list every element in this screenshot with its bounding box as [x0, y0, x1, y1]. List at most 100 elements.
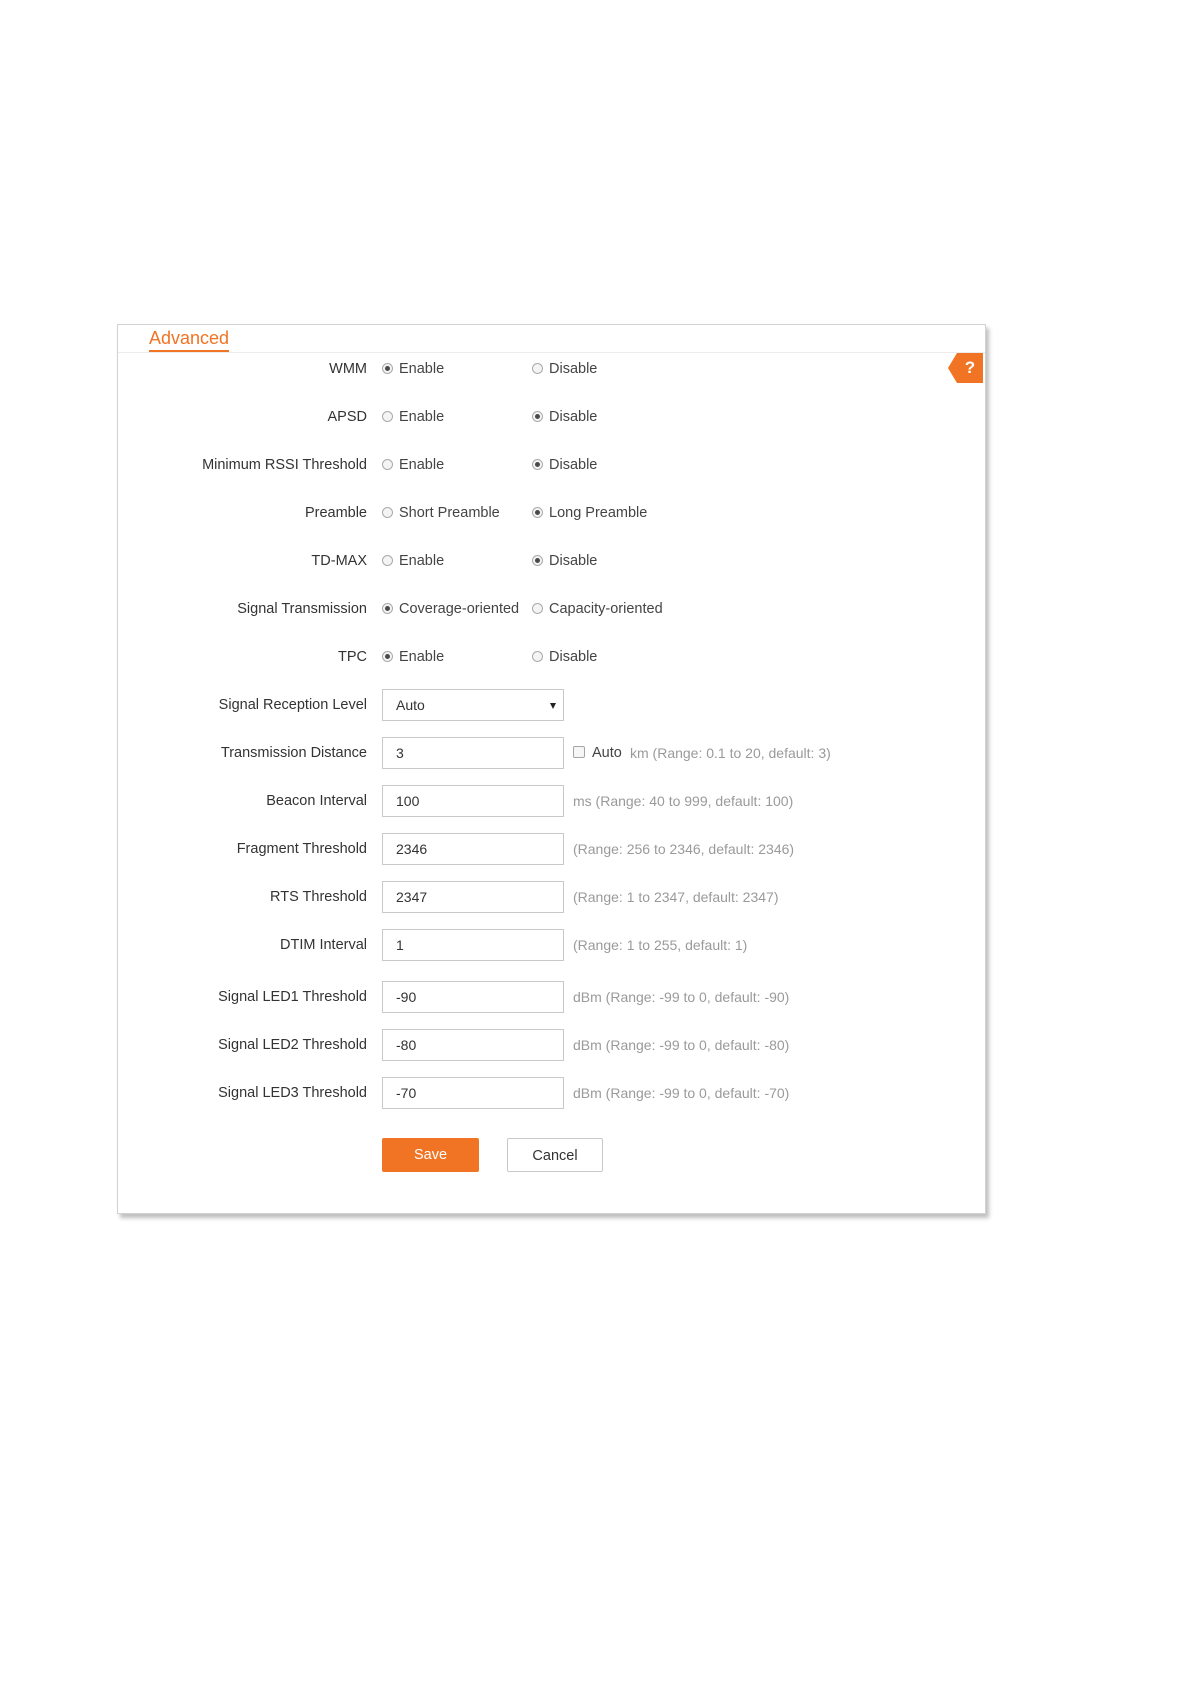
signal-reception-level-select[interactable]: Auto — [382, 689, 564, 721]
row-signal-reception-level: Signal Reception Level Auto — [118, 689, 987, 721]
td-max-disable-radio[interactable]: Disable — [532, 545, 597, 577]
row-led2-threshold: Signal LED2 Threshold -80 dBm (Range: -9… — [118, 1029, 987, 1061]
td-max-enable-radio[interactable]: Enable — [382, 545, 444, 577]
cancel-button[interactable]: Cancel — [507, 1138, 603, 1172]
tpc-enable-radio[interactable]: Enable — [382, 641, 444, 673]
td-max-label: TD-MAX — [311, 553, 367, 569]
min-rssi-disable-radio[interactable]: Disable — [532, 449, 597, 481]
radio-selected-icon[interactable] — [532, 555, 543, 566]
rts-threshold-input[interactable]: 2347 — [382, 881, 564, 913]
coverage-oriented-label: Coverage-oriented — [399, 601, 520, 617]
transmission-distance-hint: km (Range: 0.1 to 20, default: 3) — [630, 745, 831, 761]
td-max-disable-label: Disable — [549, 553, 598, 569]
min-rssi-enable-label: Enable — [399, 457, 445, 473]
radio-unselected-icon[interactable] — [532, 651, 543, 662]
row-preamble: Preamble Short Preamble Long Preamble — [118, 497, 987, 529]
long-preamble-radio[interactable]: Long Preamble — [532, 497, 647, 529]
capacity-oriented-radio[interactable]: Capacity-oriented — [532, 593, 663, 625]
apsd-disable-radio[interactable]: Disable — [532, 401, 597, 433]
row-actions: Save Cancel — [118, 1138, 987, 1172]
radio-unselected-icon[interactable] — [382, 555, 393, 566]
row-td-max: TD-MAX Enable Disable — [118, 545, 987, 577]
fragment-threshold-label: Fragment Threshold — [236, 841, 367, 857]
advanced-settings-panel: Advanced ? WMM Enable Disable APSD Enabl… — [117, 324, 986, 1214]
preamble-label: Preamble — [304, 505, 367, 521]
signal-reception-level-value: Auto — [396, 697, 425, 713]
signal-transmission-label: Signal Transmission — [237, 601, 367, 617]
rts-threshold-hint: (Range: 1 to 2347, default: 2347) — [573, 889, 779, 905]
tpc-disable-radio[interactable]: Disable — [532, 641, 597, 673]
dropdown-arrow-icon — [550, 703, 556, 709]
row-led1-threshold: Signal LED1 Threshold -90 dBm (Range: -9… — [118, 981, 987, 1013]
dtim-interval-label: DTIM Interval — [279, 937, 367, 953]
checkbox-icon[interactable] — [573, 746, 585, 758]
row-fragment-threshold: Fragment Threshold 2346 (Range: 256 to 2… — [118, 833, 987, 865]
radio-selected-icon[interactable] — [532, 507, 543, 518]
led3-threshold-input[interactable]: -70 — [382, 1077, 564, 1109]
td-max-enable-label: Enable — [399, 553, 445, 569]
long-preamble-label: Long Preamble — [549, 505, 648, 521]
led2-threshold-input[interactable]: -80 — [382, 1029, 564, 1061]
apsd-enable-label: Enable — [399, 409, 445, 425]
radio-unselected-icon[interactable] — [532, 603, 543, 614]
wmm-disable-radio[interactable]: Disable — [532, 353, 597, 385]
tpc-label: TPC — [338, 649, 367, 665]
row-signal-transmission: Signal Transmission Coverage-oriented Ca… — [118, 593, 987, 625]
capacity-oriented-label: Capacity-oriented — [549, 601, 663, 617]
row-rts-threshold: RTS Threshold 2347 (Range: 1 to 2347, de… — [118, 881, 987, 913]
row-tpc: TPC Enable Disable — [118, 641, 987, 673]
beacon-interval-hint: ms (Range: 40 to 999, default: 100) — [573, 793, 794, 809]
wmm-disable-label: Disable — [549, 361, 598, 377]
wmm-enable-label: Enable — [399, 361, 445, 377]
short-preamble-label: Short Preamble — [399, 505, 500, 521]
led1-threshold-hint: dBm (Range: -99 to 0, default: -90) — [573, 989, 790, 1005]
min-rssi-label: Minimum RSSI Threshold — [202, 457, 367, 473]
row-wmm: WMM Enable Disable — [118, 353, 987, 385]
coverage-oriented-radio[interactable]: Coverage-oriented — [382, 593, 519, 625]
radio-selected-icon[interactable] — [532, 411, 543, 422]
tpc-enable-label: Enable — [399, 649, 445, 665]
radio-selected-icon[interactable] — [532, 459, 543, 470]
fragment-threshold-hint: (Range: 256 to 2346, default: 2346) — [573, 841, 795, 857]
radio-selected-icon[interactable] — [382, 651, 393, 662]
radio-unselected-icon[interactable] — [382, 459, 393, 470]
transmission-distance-label: Transmission Distance — [220, 745, 367, 761]
wmm-enable-radio[interactable]: Enable — [382, 353, 444, 385]
led1-threshold-input[interactable]: -90 — [382, 981, 564, 1013]
transmission-distance-input[interactable]: 3 — [382, 737, 564, 769]
led2-threshold-hint: dBm (Range: -99 to 0, default: -80) — [573, 1037, 790, 1053]
save-button[interactable]: Save — [382, 1138, 479, 1172]
led3-threshold-label: Signal LED3 Threshold — [218, 1085, 367, 1101]
radio-selected-icon[interactable] — [382, 363, 393, 374]
radio-unselected-icon[interactable] — [382, 507, 393, 518]
dtim-interval-hint: (Range: 1 to 255, default: 1) — [573, 937, 748, 953]
apsd-enable-radio[interactable]: Enable — [382, 401, 444, 433]
row-apsd: APSD Enable Disable — [118, 401, 987, 433]
apsd-disable-label: Disable — [549, 409, 598, 425]
min-rssi-enable-radio[interactable]: Enable — [382, 449, 444, 481]
radio-selected-icon[interactable] — [382, 603, 393, 614]
tpc-disable-label: Disable — [549, 649, 598, 665]
row-min-rssi: Minimum RSSI Threshold Enable Disable — [118, 449, 987, 481]
apsd-label: APSD — [327, 409, 368, 425]
fragment-threshold-input[interactable]: 2346 — [382, 833, 564, 865]
row-transmission-distance: Transmission Distance 3 Auto km (Range: … — [118, 737, 987, 769]
auto-label: Auto — [592, 745, 622, 761]
beacon-interval-input[interactable]: 100 — [382, 785, 564, 817]
rts-threshold-label: RTS Threshold — [270, 889, 367, 905]
row-dtim-interval: DTIM Interval 1 (Range: 1 to 255, defaul… — [118, 929, 987, 961]
dtim-interval-input[interactable]: 1 — [382, 929, 564, 961]
row-led3-threshold: Signal LED3 Threshold -70 dBm (Range: -9… — [118, 1077, 987, 1109]
beacon-interval-label: Beacon Interval — [266, 793, 367, 809]
wmm-label: WMM — [329, 361, 367, 377]
led2-threshold-label: Signal LED2 Threshold — [218, 1037, 367, 1053]
led3-threshold-hint: dBm (Range: -99 to 0, default: -70) — [573, 1085, 790, 1101]
led1-threshold-label: Signal LED1 Threshold — [218, 989, 367, 1005]
signal-reception-level-label: Signal Reception Level — [218, 697, 367, 713]
min-rssi-disable-label: Disable — [549, 457, 598, 473]
radio-unselected-icon[interactable] — [382, 411, 393, 422]
panel-title: Advanced — [149, 327, 230, 353]
radio-unselected-icon[interactable] — [532, 363, 543, 374]
transmission-distance-auto-checkbox[interactable]: Auto — [573, 737, 622, 769]
short-preamble-radio[interactable]: Short Preamble — [382, 497, 500, 529]
